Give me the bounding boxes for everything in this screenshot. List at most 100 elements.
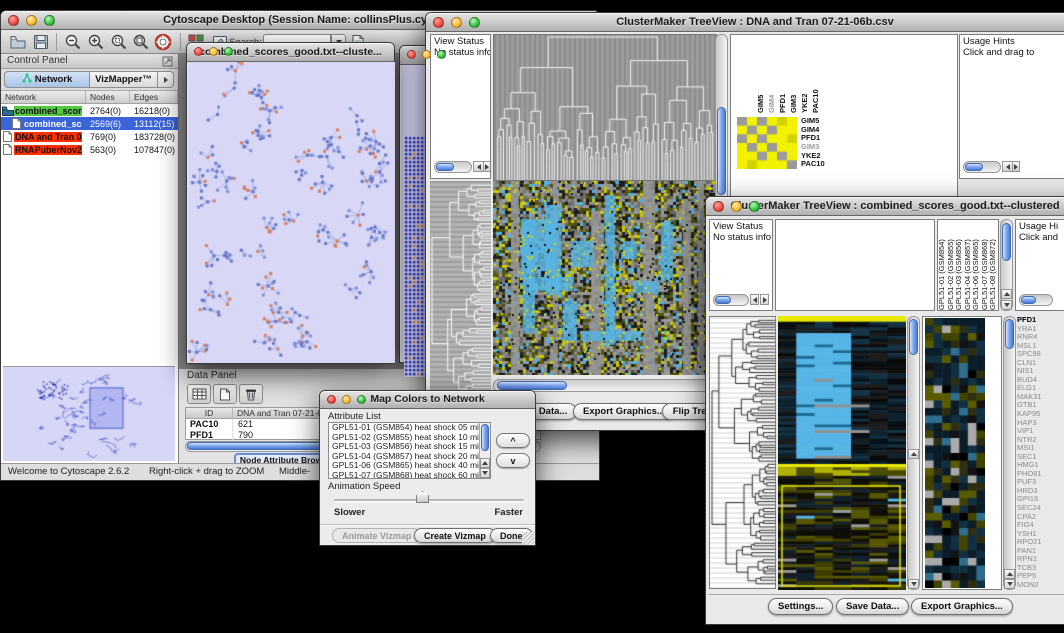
zoom-fit-icon[interactable] <box>132 33 150 51</box>
tv1-title: ClusterMaker TreeView : DNA and Tran 07-… <box>426 16 1064 28</box>
network-row[interactable]: combined_scores2764(0)16218(0) <box>1 104 178 117</box>
scroll-thumb[interactable] <box>481 424 489 451</box>
row-dendrogram[interactable] <box>710 317 775 588</box>
scroll-thumb[interactable] <box>965 163 983 171</box>
scroll-thumb[interactable] <box>717 107 726 195</box>
zoom-selected-icon[interactable] <box>110 33 128 51</box>
attribute-list[interactable]: GPL51-01 (GSM854) heat shock 05 minGPL51… <box>328 422 491 479</box>
close-button[interactable] <box>433 17 444 28</box>
row-dendrogram[interactable] <box>430 181 491 397</box>
zoom-button[interactable] <box>437 50 446 59</box>
column-label: GPL51-08 (GSM872) <box>989 220 998 310</box>
minimize-button[interactable] <box>731 201 742 212</box>
move-down-button[interactable]: v <box>496 453 530 468</box>
network-overview-panel[interactable] <box>3 366 175 461</box>
zoom-in-icon[interactable] <box>87 33 105 51</box>
minimize-button[interactable] <box>342 395 351 404</box>
network-row[interactable]: combined_sco2569(6)13112(15) <box>1 117 178 130</box>
slider-thumb[interactable] <box>416 491 429 503</box>
scroll-thumb[interactable] <box>1005 319 1014 349</box>
gene-label[interactable]: MON2 <box>1017 581 1064 590</box>
new-attribute-icon[interactable] <box>213 384 237 404</box>
zoom-button[interactable] <box>224 47 233 56</box>
zoom-button[interactable] <box>44 15 55 26</box>
close-button[interactable] <box>8 15 19 26</box>
minimize-button[interactable] <box>209 47 218 56</box>
column-header-id[interactable]: ID <box>186 408 233 418</box>
float-panel-icon[interactable] <box>162 56 173 70</box>
network-row[interactable]: DNA and Tran 07769(0)183728(0) <box>1 130 178 143</box>
scroll-down-button[interactable] <box>480 468 490 478</box>
scroll-down-button[interactable] <box>1004 579 1015 589</box>
scroll-thumb[interactable] <box>715 296 731 304</box>
scroll-thumb[interactable] <box>497 381 567 390</box>
tv2-column-tree-area[interactable] <box>775 219 935 311</box>
tv2-export-graphics-button[interactable]: Export Graphics... <box>911 598 1013 615</box>
minimize-button[interactable] <box>26 15 37 26</box>
create-vizmap-button[interactable]: Create Vizmap <box>414 528 496 543</box>
column-header-nodes[interactable]: Nodes <box>86 91 130 103</box>
scroll-left-button[interactable] <box>750 294 759 305</box>
zoom-column-label: PFD1 <box>779 41 790 113</box>
zoom-button[interactable] <box>469 17 480 28</box>
zoom-heatmap-yellow[interactable] <box>737 117 797 169</box>
network-canvas[interactable] <box>188 62 395 363</box>
scroll-right-button[interactable] <box>1012 161 1020 172</box>
dialog-titlebar[interactable]: Map Colors to Network <box>320 391 535 409</box>
zoom-out-icon[interactable] <box>64 33 82 51</box>
tv2-zoom-vscrollbar[interactable] <box>1003 316 1016 590</box>
zoom-button[interactable] <box>749 201 760 212</box>
open-icon[interactable] <box>9 33 27 51</box>
network-row[interactable]: RNAPuberNov2+563(0)107847(0) <box>1 143 178 156</box>
tv1-export-graphics-button[interactable]: Export Graphics... <box>573 403 675 420</box>
scroll-up-button[interactable] <box>480 458 490 468</box>
attribute-list-scrollbar[interactable] <box>479 423 490 478</box>
tv2-save-data-button[interactable]: Save Data... <box>836 598 909 615</box>
close-button[interactable] <box>327 395 336 404</box>
scroll-thumb[interactable] <box>436 163 454 171</box>
minimize-button[interactable] <box>451 17 462 28</box>
scroll-down-button[interactable] <box>908 579 919 589</box>
table-mode-icon[interactable] <box>187 384 211 404</box>
resize-grip[interactable] <box>522 532 534 544</box>
column-header-network[interactable]: Network <box>1 91 86 103</box>
zoom-button[interactable] <box>357 395 366 404</box>
close-button[interactable] <box>407 50 416 59</box>
tv2-titlebar[interactable]: ClusterMaker TreeView : combined_scores_… <box>706 197 1064 216</box>
scroll-right-button[interactable] <box>483 161 491 172</box>
tab-vizmapper[interactable]: VizMapper™ <box>90 71 158 88</box>
scroll-thumb[interactable] <box>909 319 918 355</box>
animate-vizmap-button[interactable]: Animate Vizmap <box>332 528 421 543</box>
help-lifering-icon[interactable] <box>154 33 172 51</box>
scroll-down-button[interactable] <box>1001 300 1012 310</box>
zoom-row-labels: GIM5GIM4PFD1GIM3YKE2PAC10 <box>801 117 825 169</box>
main-heatmap[interactable] <box>493 181 715 375</box>
scroll-right-button[interactable] <box>760 294 769 305</box>
attribute-list-item[interactable]: GPL51-07 (GSM868) heat shock 60 min <box>329 471 490 479</box>
close-button[interactable] <box>713 201 724 212</box>
column-dendrogram[interactable] <box>493 34 717 181</box>
tab-overflow-button[interactable] <box>158 71 174 88</box>
scroll-up-button[interactable] <box>1004 569 1015 579</box>
scroll-up-button[interactable] <box>908 449 919 459</box>
animation-speed-slider[interactable] <box>334 499 524 502</box>
delete-attribute-icon[interactable] <box>239 384 263 404</box>
tv2-usage-hints-panel: Usage Hi Click and <box>1015 219 1064 311</box>
column-header-edges[interactable]: Edges <box>130 91 178 103</box>
minimize-button[interactable] <box>422 50 431 59</box>
zoom-heatmap[interactable] <box>925 318 985 588</box>
scroll-up-button[interactable] <box>1001 289 1012 299</box>
save-icon[interactable] <box>32 33 50 51</box>
close-button[interactable] <box>194 47 203 56</box>
scroll-thumb[interactable] <box>1002 223 1011 261</box>
tv2-settings-button[interactable]: Settings... <box>768 598 833 615</box>
move-up-button[interactable]: ^ <box>496 433 530 448</box>
netwin1-titlebar[interactable]: combined_scores_good.txt--cluste... <box>187 43 394 62</box>
tv1-titlebar[interactable]: ClusterMaker TreeView : DNA and Tran 07-… <box>426 13 1064 32</box>
tab-network[interactable]: Network <box>4 71 90 88</box>
main-heatmap[interactable] <box>778 316 906 590</box>
network-tab-icon <box>22 73 32 86</box>
animation-speed-label: Animation Speed <box>328 481 400 492</box>
view-status-title: View Status <box>431 35 490 48</box>
scroll-thumb[interactable] <box>1021 296 1036 304</box>
